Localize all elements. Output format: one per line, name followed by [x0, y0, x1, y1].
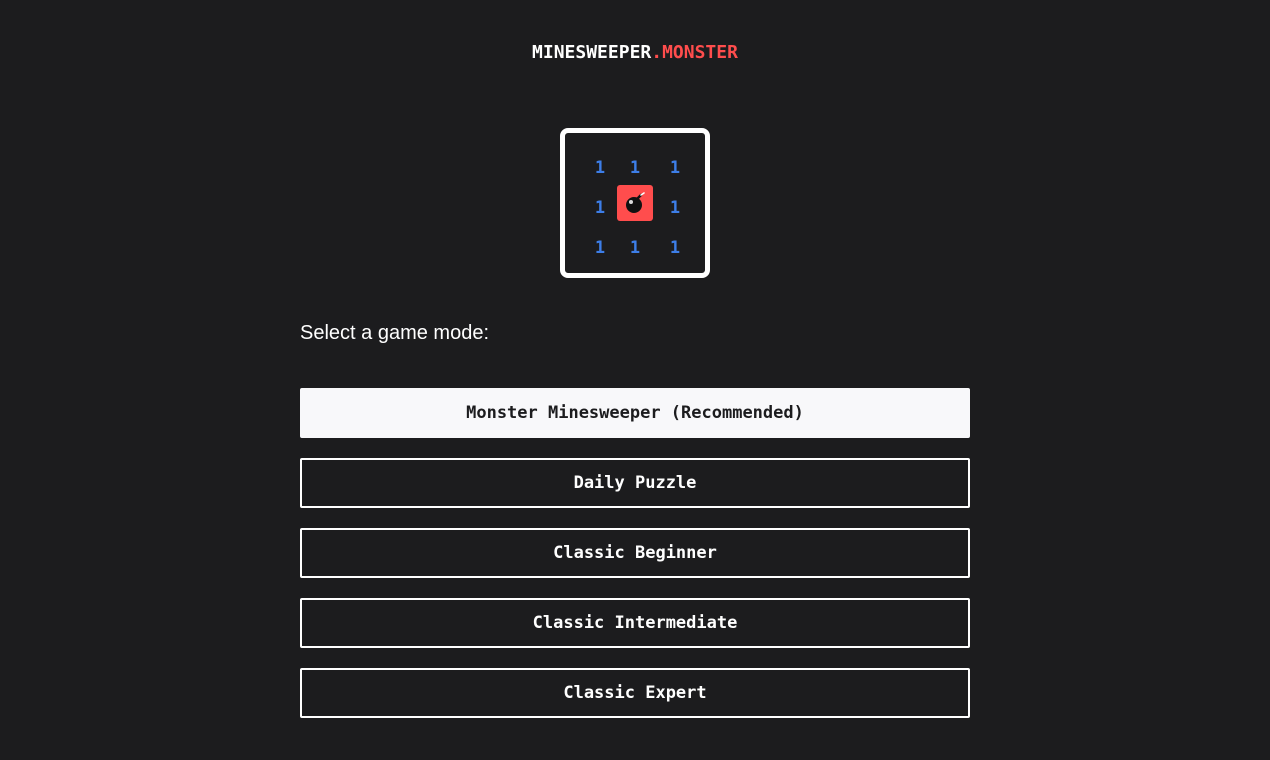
site-logo[interactable]: MINESWEEPER.MONSTER — [0, 42, 1270, 64]
logo-text-minesweeper: MINESWEEPER — [532, 42, 652, 63]
board-cell: 1 — [669, 158, 681, 178]
logo-text-monster: .MONSTER — [651, 42, 738, 63]
board-cell: 1 — [594, 198, 606, 218]
board-cell: 1 — [669, 238, 681, 258]
classic-intermediate-button[interactable]: Classic Intermediate — [300, 598, 970, 648]
classic-beginner-button[interactable]: Classic Beginner — [300, 528, 970, 578]
daily-puzzle-button[interactable]: Daily Puzzle — [300, 458, 970, 508]
board-cell: 1 — [594, 158, 606, 178]
classic-expert-button[interactable]: Classic Expert — [300, 668, 970, 718]
game-mode-prompt: Select a game mode: — [300, 322, 489, 344]
board-cell: 1 — [669, 198, 681, 218]
board-cell: 1 — [594, 238, 606, 258]
board-cell: 1 — [629, 158, 641, 178]
game-mode-list: Monster Minesweeper (Recommended) Daily … — [300, 388, 970, 738]
board-cell: 1 — [629, 238, 641, 258]
mine-cell — [617, 185, 653, 221]
monster-minesweeper-button[interactable]: Monster Minesweeper (Recommended) — [300, 388, 970, 438]
board-illustration: 1 1 1 1 1 1 1 1 — [560, 128, 710, 278]
bomb-icon — [626, 192, 645, 213]
